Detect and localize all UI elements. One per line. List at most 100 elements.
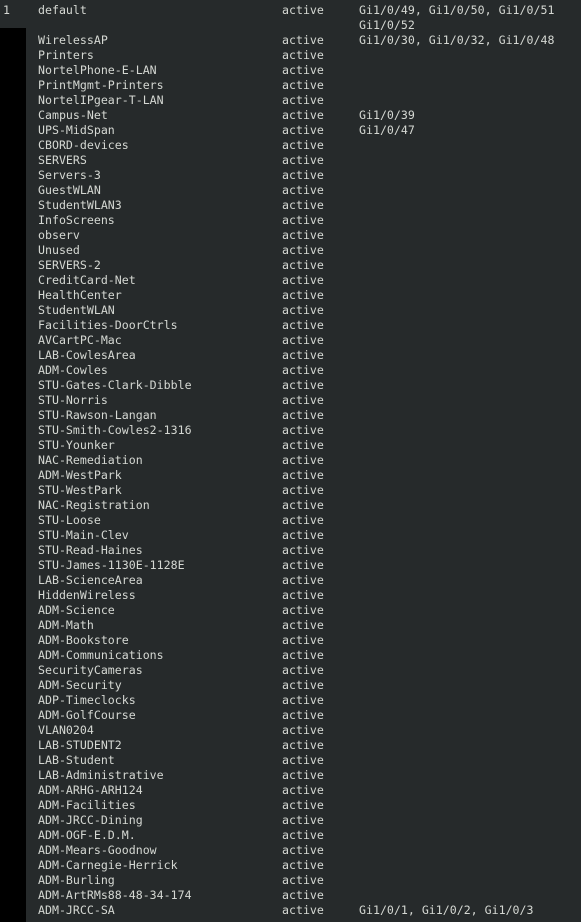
table-row: 1 default active Gi1/0/49, Gi1/0/50, Gi1/0/… [0,3,581,18]
table-row: VLAN0204 active [0,723,581,738]
vlan-ports-cell: Gi1/0/49, Gi1/0/50, Gi1/0/51 [359,3,555,17]
vlan-status-cell: active [282,183,324,197]
vlan-status-cell: active [282,753,324,767]
vlan-status-cell: active [282,63,324,77]
table-row: ADM-JRCC-SA active Gi1/0/1, Gi1/0/2, Gi1/0… [0,903,581,918]
vlan-status-cell: active [282,453,324,467]
vlan-name-cell: STU-Main-Clev [38,528,129,542]
table-row: STU-Loose active [0,513,581,528]
vlan-status-cell: active [282,543,324,557]
vlan-status-cell: active [282,858,324,872]
table-row: StudentWLAN active [0,303,581,318]
table-row: ADM-Mears-Goodnow active [0,843,581,858]
vlan-name-cell: Servers-3 [38,168,101,182]
table-row: CBORD-devices active [0,138,581,153]
vlan-status-cell: active [282,348,324,362]
vlan-status-cell: active [282,468,324,482]
vlan-status-cell: active [282,108,324,122]
table-row: NAC-Remediation active [0,453,581,468]
table-row: PrintMgmt-Printers active [0,78,581,93]
vlan-status-cell: active [282,558,324,572]
vlan-status-cell: active [282,93,324,107]
vlan-name-cell: ADM-Mears-Goodnow [38,843,157,857]
vlan-name-cell: LAB-STUDENT2 [38,738,122,752]
vlan-name-cell: ADM-ARHG-ARH124 [38,783,143,797]
table-row: AVCartPC-Mac active [0,333,581,348]
table-row: ADM-Science active [0,603,581,618]
vlan-status-cell: active [282,648,324,662]
vlan-name-cell: HiddenWireless [38,588,136,602]
vlan-status-cell: active [282,633,324,647]
vlan-table: 1 default active Gi1/0/49, Gi1/0/50, Gi1/0/… [0,0,581,918]
vlan-name-cell: ADM-JRCC-SA [38,903,115,917]
vlan-name-cell: ADM-Burling [38,873,115,887]
table-row: ADM-Facilities active [0,798,581,813]
vlan-name-cell: Campus-Net [38,108,108,122]
vlan-name-cell: LAB-Student [38,753,115,767]
table-row: LAB-Administrative active [0,768,581,783]
table-row: ADM-JRCC-Dining active [0,813,581,828]
vlan-status-cell: active [282,393,324,407]
vlan-status-cell: active [282,378,324,392]
vlan-name-cell: ADM-ArtRMs88-48-34-174 [38,888,192,902]
table-row: LAB-Student active [0,753,581,768]
vlan-status-cell: active [282,258,324,272]
table-row: NortelIPgear-T-LAN active [0,93,581,108]
vlan-name-cell: STU-Gates-Clark-Dibble [38,378,192,392]
vlan-status-cell: active [282,678,324,692]
vlan-name-cell: default [38,3,87,17]
vlan-status-cell: active [282,33,324,47]
vlan-name-cell: UPS-MidSpan [38,123,115,137]
vlan-name-cell: HealthCenter [38,288,122,302]
table-row: LAB-CowlesArea active [0,348,581,363]
vlan-name-cell: LAB-Administrative [38,768,164,782]
vlan-status-cell: active [282,303,324,317]
vlan-ports-cell: Gi1/0/30, Gi1/0/32, Gi1/0/48 [359,33,555,47]
vlan-name-cell: STU-James-1130E-1128E [38,558,185,572]
table-row: Unused active [0,243,581,258]
vlan-ports-cell: Gi1/0/39 [359,108,415,122]
vlan-status-cell: active [282,228,324,242]
table-row: LAB-STUDENT2 active [0,738,581,753]
table-row: UPS-MidSpan active Gi1/0/47 [0,123,581,138]
table-row: ADM-OGF-E.D.M. active [0,828,581,843]
vlan-name-cell: PrintMgmt-Printers [38,78,164,92]
vlan-name-cell: Unused [38,243,80,257]
vlan-name-cell: WirelessAP [38,33,108,47]
table-row: STU-Norris active [0,393,581,408]
vlan-name-cell: ADM-GolfCourse [38,708,136,722]
vlan-name-cell: ADP-Timeclocks [38,693,136,707]
vlan-status-cell: active [282,498,324,512]
vlan-status-cell: active [282,363,324,377]
vlan-status-cell: active [282,423,324,437]
vlan-status-cell: active [282,483,324,497]
vlan-name-cell: NAC-Remediation [38,453,143,467]
table-row: WirelessAP active Gi1/0/30, Gi1/0/32, Gi1/… [0,33,581,48]
vlan-ports-cell: Gi1/0/52 [359,18,415,32]
terminal-window[interactable]: 1 default active Gi1/0/49, Gi1/0/50, Gi1/0/… [0,0,581,922]
table-row: Campus-Net active Gi1/0/39 [0,108,581,123]
terminal-left-gutter [0,28,26,922]
vlan-status-cell: active [282,573,324,587]
vlan-status-cell: active [282,153,324,167]
vlan-status-cell: active [282,333,324,347]
vlan-ports-cell: Gi1/0/1, Gi1/0/2, Gi1/0/3 [359,903,534,917]
vlan-status-cell: active [282,828,324,842]
vlan-status-cell: active [282,903,324,917]
table-row: GuestWLAN active [0,183,581,198]
table-row: StudentWLAN3 active [0,198,581,213]
vlan-status-cell: active [282,738,324,752]
table-row: ADM-Communications active [0,648,581,663]
vlan-status-cell: active [282,408,324,422]
table-row: Facilities-DoorCtrls active [0,318,581,333]
table-row: STU-Smith-Cowles2-1316 active [0,423,581,438]
table-row: STU-Gates-Clark-Dibble active [0,378,581,393]
table-row: ADM-GolfCourse active [0,708,581,723]
table-row: Gi1/0/52 [0,18,581,33]
vlan-name-cell: STU-Smith-Cowles2-1316 [38,423,192,437]
vlan-name-cell: STU-Loose [38,513,101,527]
vlan-status-cell: active [282,603,324,617]
vlan-status-cell: active [282,138,324,152]
table-row: STU-Main-Clev active [0,528,581,543]
vlan-name-cell: NAC-Registration [38,498,150,512]
